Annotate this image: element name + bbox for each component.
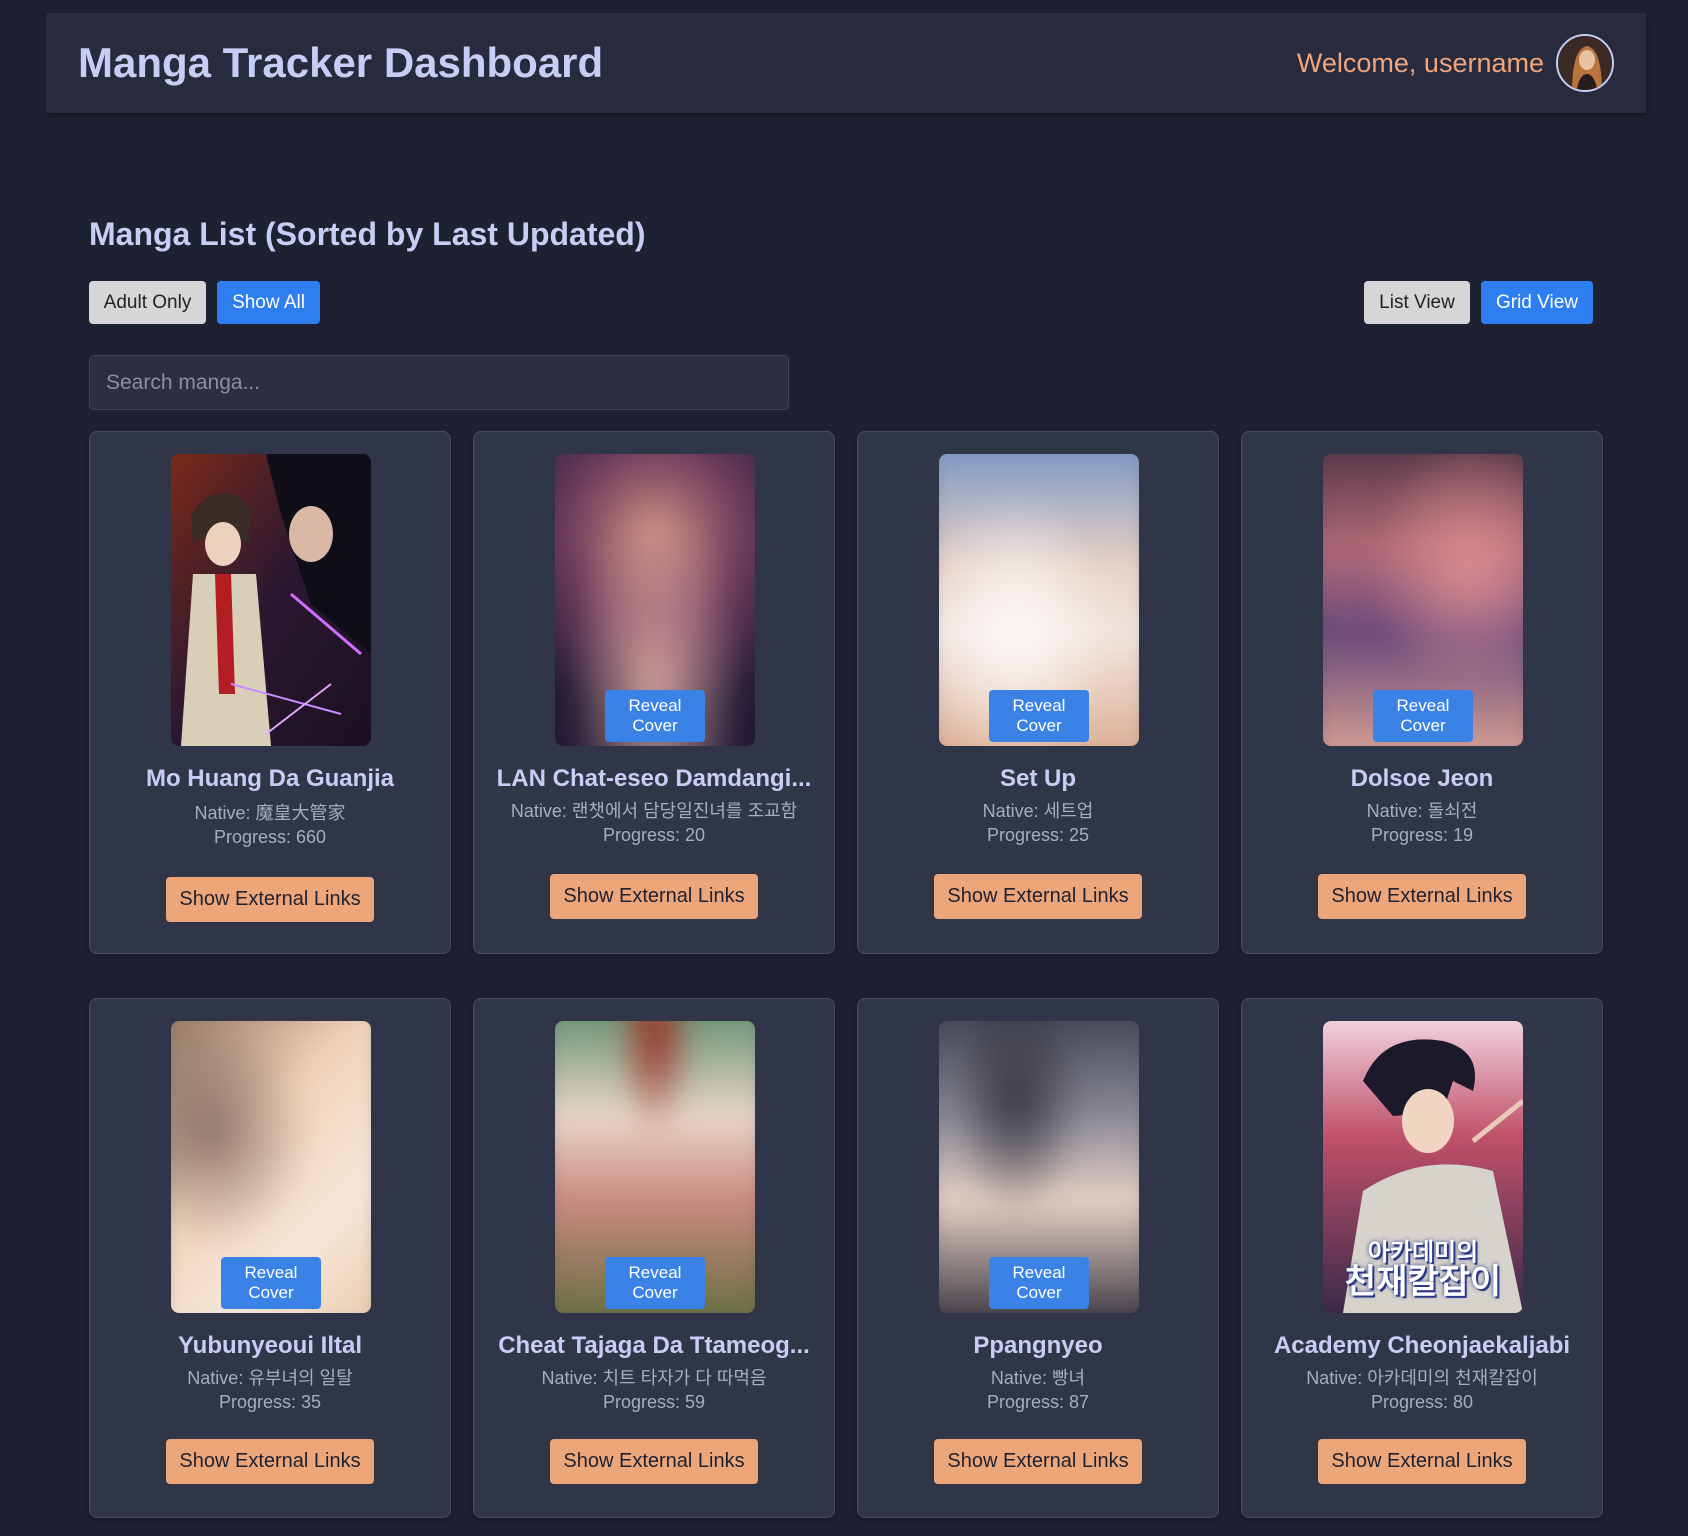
- cover-art: [171, 454, 371, 746]
- adult-only-button[interactable]: Adult Only: [89, 281, 206, 324]
- native-title: Native: 세트업: [982, 801, 1094, 821]
- reveal-cover-button[interactable]: Reveal Cover: [989, 690, 1089, 742]
- native-title: Native: 아카데미의 천재칼잡이: [1306, 1368, 1538, 1388]
- list-view-button[interactable]: List View: [1364, 281, 1470, 324]
- reveal-cover-button[interactable]: Reveal Cover: [605, 1257, 705, 1309]
- native-title: Native: 魔皇大管家: [194, 803, 346, 823]
- show-external-links-button[interactable]: Show External Links: [550, 874, 758, 919]
- avatar[interactable]: [1556, 34, 1614, 92]
- show-external-links-button[interactable]: Show External Links: [1318, 1439, 1526, 1484]
- progress-text: Progress: 20: [602, 825, 706, 845]
- manga-card: Reveal Cover Cheat Tajaga Da Ttameog... N…: [473, 998, 835, 1518]
- manga-title: Mo Huang Da Guanjia: [145, 765, 394, 792]
- native-title: Native: 랜챗에서 담당일진녀를 조교함: [510, 801, 798, 821]
- cover-image: Reveal Cover: [939, 1021, 1139, 1313]
- manga-title: Academy Cheonjaekaljabi: [1273, 1332, 1571, 1359]
- progress-text: Progress: 25: [986, 825, 1090, 845]
- manga-title: Ppangnyeo: [973, 1332, 1103, 1359]
- cover-image: Reveal Cover: [1323, 454, 1523, 746]
- cover-text-line: 천재칼잡이: [1344, 1262, 1502, 1303]
- show-external-links-button[interactable]: Show External Links: [934, 874, 1142, 919]
- cover-text: 아카데미의 천재칼잡이: [1329, 1239, 1517, 1303]
- progress-text: Progress: 35: [218, 1392, 322, 1412]
- progress-text: Progress: 80: [1370, 1392, 1474, 1412]
- manga-card: Reveal Cover LAN Chat-eseo Damdangi... Na…: [473, 431, 835, 954]
- reveal-cover-button[interactable]: Reveal Cover: [605, 690, 705, 742]
- manga-card: Reveal Cover Ppangnyeo Native: 빵녀 Progres…: [857, 998, 1219, 1518]
- manga-title: Cheat Tajaga Da Ttameog...: [498, 1332, 810, 1359]
- search-input[interactable]: [89, 355, 789, 410]
- cover-image: 아카데미의 천재칼잡이: [1323, 1021, 1523, 1313]
- show-external-links-button[interactable]: Show External Links: [1318, 874, 1526, 919]
- show-external-links-button[interactable]: Show External Links: [550, 1439, 758, 1484]
- manga-title: Yubunyeoui Iltal: [177, 1332, 363, 1359]
- cover-image: Reveal Cover: [555, 454, 755, 746]
- manga-title: Set Up: [999, 765, 1076, 792]
- top-header: Manga Tracker Dashboard Welcome, usernam…: [46, 13, 1646, 113]
- user-box: Welcome, username: [1297, 34, 1614, 92]
- manga-card: Reveal Cover Set Up Native: 세트업 Progress:…: [857, 431, 1219, 954]
- native-title: Native: 유부녀의 일탈: [187, 1368, 353, 1388]
- reveal-cover-button[interactable]: Reveal Cover: [221, 1257, 321, 1309]
- show-external-links-button[interactable]: Show External Links: [934, 1439, 1142, 1484]
- progress-text: Progress: 59: [602, 1392, 706, 1412]
- cover-image: Reveal Cover: [939, 454, 1139, 746]
- show-all-button[interactable]: Show All: [217, 281, 320, 324]
- cover-image: [171, 454, 371, 746]
- native-title: Native: 치트 타자가 다 따먹음: [541, 1368, 767, 1388]
- cover-image: Reveal Cover: [555, 1021, 755, 1313]
- welcome-text: Welcome, username: [1296, 47, 1544, 78]
- manga-card: Reveal Cover Yubunyeoui Iltal Native: 유부녀…: [89, 998, 451, 1518]
- progress-text: Progress: 19: [1370, 825, 1474, 845]
- reveal-cover-button[interactable]: Reveal Cover: [989, 1257, 1089, 1309]
- native-title: Native: 빵녀: [990, 1368, 1086, 1388]
- cover-image: Reveal Cover: [171, 1021, 371, 1313]
- show-external-links-button[interactable]: Show External Links: [166, 877, 374, 922]
- manga-card: 아카데미의 천재칼잡이 Academy Cheonjaekaljabi Nati…: [1241, 998, 1603, 1518]
- manga-card: Reveal Cover Dolsoe Jeon Native: 돌쇠전 Prog…: [1241, 431, 1603, 954]
- show-external-links-button[interactable]: Show External Links: [166, 1439, 374, 1484]
- manga-card: Mo Huang Da Guanjia Native: 魔皇大管家 Progre…: [89, 431, 451, 954]
- manga-list-title: Manga List (Sorted by Last Updated): [89, 216, 646, 252]
- manga-title: Dolsoe Jeon: [1350, 765, 1494, 792]
- grid-view-button[interactable]: Grid View: [1481, 281, 1593, 324]
- progress-text: Progress: 660: [213, 827, 327, 847]
- app-title: Manga Tracker Dashboard: [78, 39, 604, 86]
- reveal-cover-button[interactable]: Reveal Cover: [1373, 690, 1473, 742]
- manga-title: LAN Chat-eseo Damdangi...: [496, 765, 812, 792]
- avatar-image: [1558, 36, 1612, 90]
- native-title: Native: 돌쇠전: [1366, 801, 1478, 821]
- progress-text: Progress: 87: [986, 1392, 1090, 1412]
